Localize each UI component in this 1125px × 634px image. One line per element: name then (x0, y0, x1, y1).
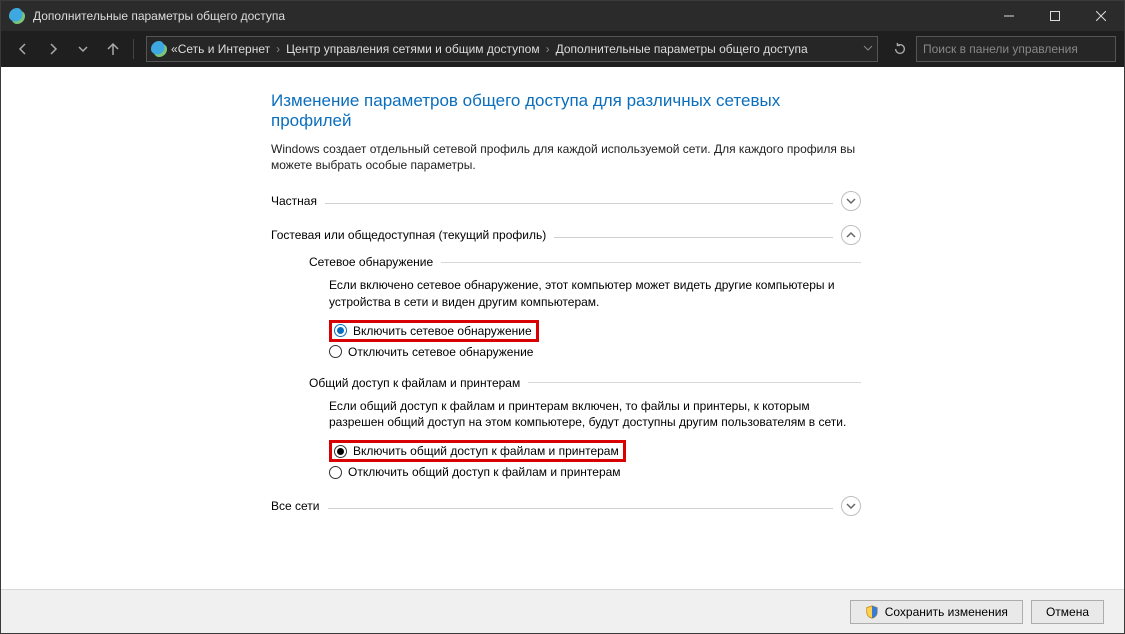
radio-label[interactable]: Включить общий доступ к файлам и принтер… (353, 444, 619, 458)
search-input[interactable]: Поиск в панели управления (916, 36, 1116, 62)
profile-all-header[interactable]: Все сети (271, 496, 861, 516)
chevron-right-icon: › (276, 42, 280, 56)
network-discovery-text: Если включено сетевое обнаружение, этот … (329, 277, 861, 309)
cancel-button-label: Отмена (1046, 605, 1089, 619)
profile-guest-header[interactable]: Гостевая или общедоступная (текущий проф… (271, 225, 861, 245)
radio-label: Отключить общий доступ к файлам и принте… (348, 465, 621, 479)
shield-icon (865, 605, 879, 619)
profile-all-label: Все сети (271, 499, 320, 513)
titlebar: Дополнительные параметры общего доступа (1, 1, 1124, 31)
network-discovery-radios: Включить сетевое обнаружение Отключить с… (329, 320, 861, 362)
page-title: Изменение параметров общего доступа для … (271, 91, 861, 131)
nav-separator (133, 39, 134, 59)
network-discovery-section: Сетевое обнаружение Если включено сетево… (309, 255, 861, 361)
refresh-button[interactable] (886, 36, 914, 62)
window-title: Дополнительные параметры общего доступа (33, 9, 986, 23)
divider (528, 382, 861, 383)
forward-button[interactable] (39, 35, 67, 63)
close-button[interactable] (1078, 1, 1124, 31)
save-button[interactable]: Сохранить изменения (850, 600, 1023, 624)
breadcrumb-item[interactable]: Центр управления сетями и общим доступом (286, 42, 540, 56)
breadcrumb-item[interactable]: Сеть и Интернет (178, 42, 270, 56)
collapse-icon[interactable] (841, 225, 861, 245)
network-discovery-title: Сетевое обнаружение (309, 255, 861, 269)
save-button-label: Сохранить изменения (885, 605, 1008, 619)
footer: Сохранить изменения Отмена (1, 589, 1124, 633)
back-button[interactable] (9, 35, 37, 63)
profile-guest-label: Гостевая или общедоступная (текущий проф… (271, 228, 546, 242)
highlight-box: Включить общий доступ к файлам и принтер… (329, 440, 626, 462)
minimize-button[interactable] (986, 1, 1032, 31)
divider (441, 262, 861, 263)
window-controls (986, 1, 1124, 31)
file-sharing-radios: Включить общий доступ к файлам и принтер… (329, 440, 861, 482)
app-icon (9, 8, 25, 24)
radio-enable-network-discovery[interactable] (334, 324, 347, 337)
maximize-button[interactable] (1032, 1, 1078, 31)
cancel-button[interactable]: Отмена (1031, 600, 1104, 624)
divider (554, 237, 833, 238)
highlight-box: Включить сетевое обнаружение (329, 320, 539, 342)
file-sharing-text: Если общий доступ к файлам и принтерам в… (329, 398, 861, 430)
radio-row[interactable]: Отключить сетевое обнаружение (329, 342, 861, 362)
profile-private-label: Частная (271, 194, 317, 208)
breadcrumb-dropdown-button[interactable] (863, 42, 873, 56)
breadcrumb-item[interactable]: Дополнительные параметры общего доступа (556, 42, 808, 56)
recent-button[interactable] (69, 35, 97, 63)
control-panel-icon (151, 41, 167, 57)
file-sharing-title: Общий доступ к файлам и принтерам (309, 376, 861, 390)
chevron-right-icon: › (546, 42, 550, 56)
content-area: Изменение параметров общего доступа для … (1, 67, 1124, 589)
navbar: « Сеть и Интернет › Центр управления сет… (1, 31, 1124, 67)
expand-icon[interactable] (841, 496, 861, 516)
breadcrumb[interactable]: « Сеть и Интернет › Центр управления сет… (146, 36, 878, 62)
divider (325, 203, 833, 204)
radio-row[interactable]: Отключить общий доступ к файлам и принте… (329, 462, 861, 482)
window: Дополнительные параметры общего доступа … (0, 0, 1125, 634)
radio-enable-file-sharing[interactable] (334, 445, 347, 458)
page: Изменение параметров общего доступа для … (271, 91, 861, 526)
breadcrumb-prefix: « (171, 42, 178, 56)
radio-label[interactable]: Включить сетевое обнаружение (353, 324, 532, 338)
file-sharing-section: Общий доступ к файлам и принтерам Если о… (309, 376, 861, 482)
page-description: Windows создает отдельный сетевой профил… (271, 141, 861, 173)
profile-private-header[interactable]: Частная (271, 191, 861, 211)
up-button[interactable] (99, 35, 127, 63)
radio-disable-file-sharing[interactable] (329, 466, 342, 479)
radio-disable-network-discovery[interactable] (329, 345, 342, 358)
radio-label: Отключить сетевое обнаружение (348, 345, 533, 359)
expand-icon[interactable] (841, 191, 861, 211)
search-placeholder: Поиск в панели управления (923, 42, 1078, 56)
divider (328, 508, 834, 509)
